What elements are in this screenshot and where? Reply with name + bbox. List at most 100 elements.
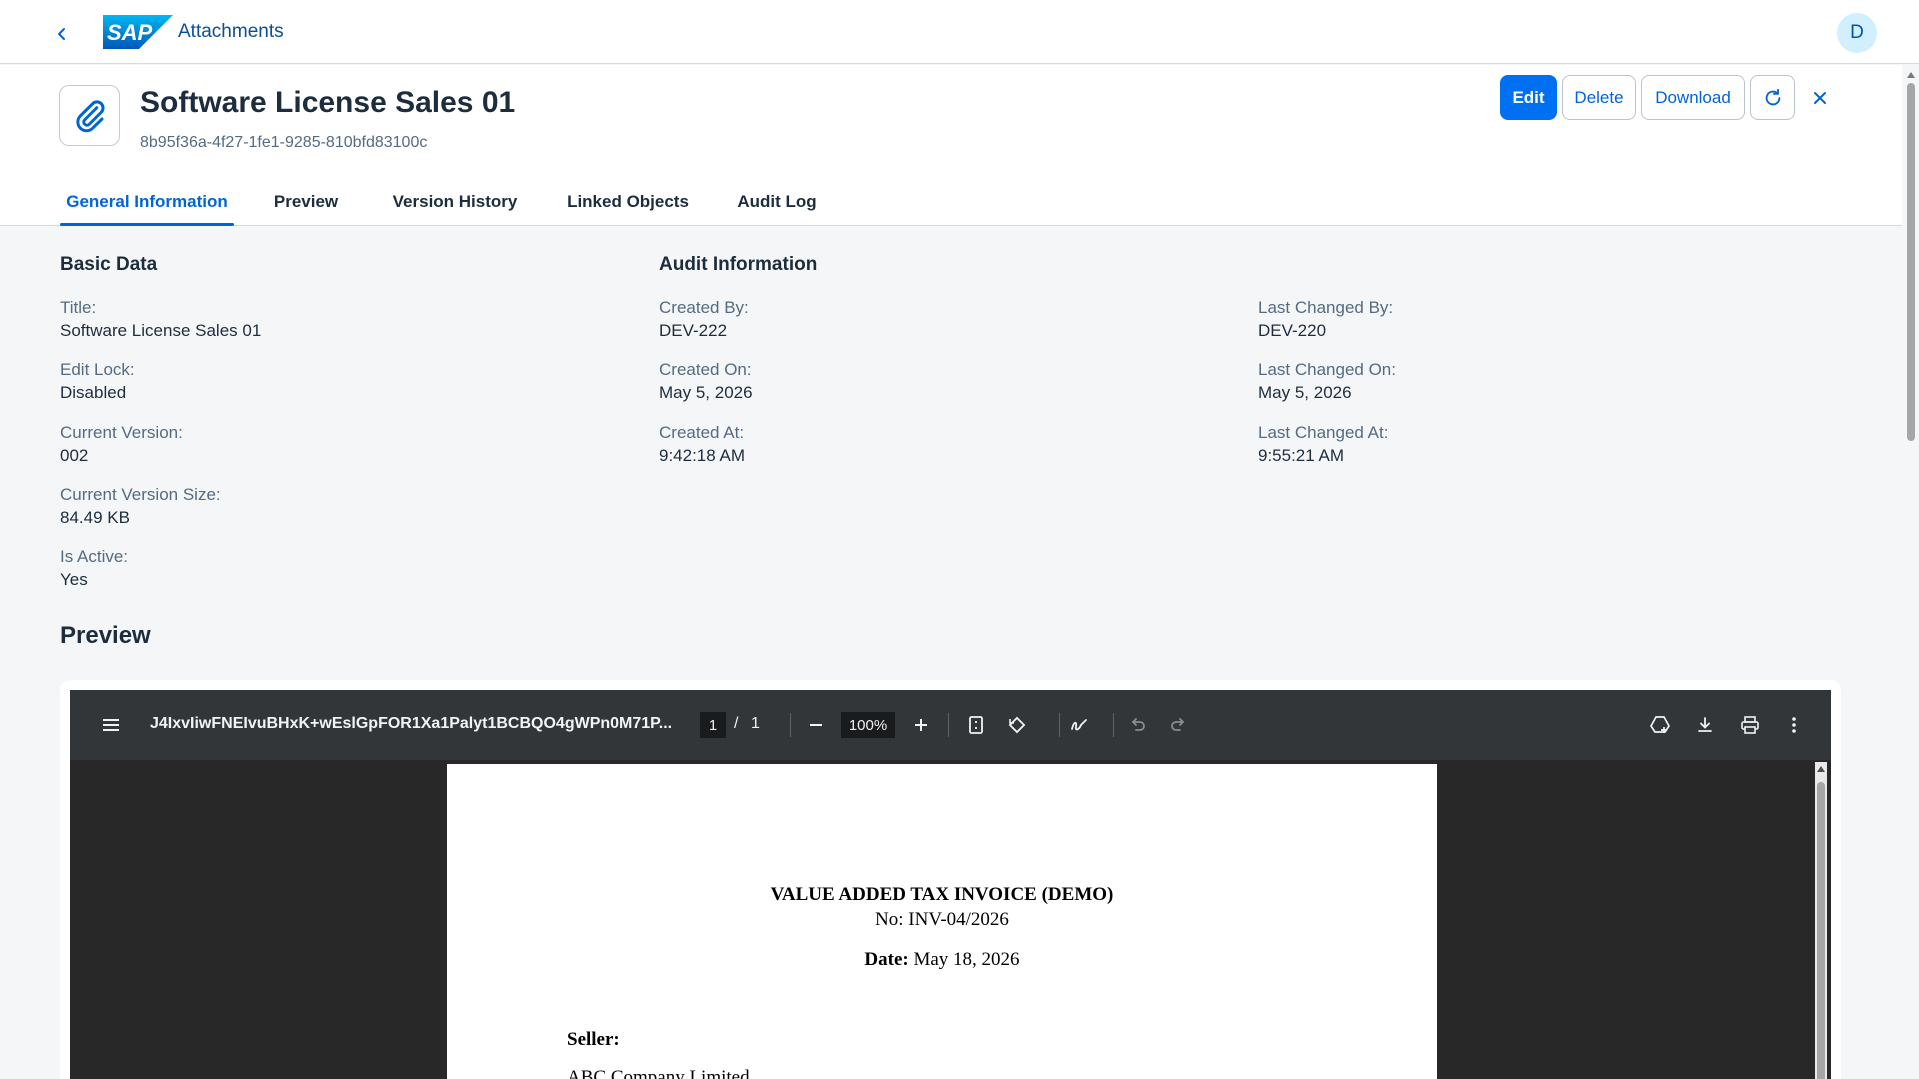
pdf-filename: J4IxvIiwFNEIvuBHxK+wEslGpFOR1Xa1Palyt1BC… — [150, 715, 673, 732]
fit-page-button[interactable] — [963, 712, 989, 738]
field-last-changed-at: Last Changed At: 9:55:21 AM — [1258, 422, 1388, 468]
toolbar-divider — [1113, 713, 1114, 737]
download-icon — [1698, 717, 1712, 732]
field-value: 002 — [60, 446, 89, 465]
tab-general-information[interactable]: General Information — [60, 177, 234, 226]
basic-data-title: Basic Data — [60, 254, 158, 275]
field-value: DEV-222 — [659, 321, 728, 340]
pdf-scrollbar-thumb[interactable] — [1817, 782, 1825, 1079]
save-to-drive-button[interactable] — [1647, 712, 1673, 738]
svg-text:SAP: SAP — [107, 20, 153, 45]
field-label: Last Changed By: — [1258, 298, 1394, 317]
edit-button[interactable]: Edit — [1500, 75, 1557, 120]
drive-add-icon — [1650, 716, 1670, 733]
print-button[interactable] — [1737, 712, 1763, 738]
chevron-left-icon — [58, 28, 65, 40]
field-created-on: Created On: May 5, 2026 — [659, 359, 753, 405]
field-label: Created At: — [659, 423, 745, 442]
sap-logo[interactable]: SAP — [103, 15, 173, 49]
redo-icon — [1171, 718, 1185, 731]
seller-label: Seller: — [567, 1029, 620, 1050]
preview-heading: Preview — [60, 622, 151, 649]
redo-button[interactable] — [1165, 712, 1191, 738]
download-button[interactable]: Download — [1641, 75, 1745, 120]
print-icon — [1741, 716, 1759, 734]
tab-audit-log[interactable]: Audit Log — [736, 177, 818, 226]
page-scrollbar-thumb[interactable] — [1907, 83, 1915, 441]
minus-icon — [810, 724, 822, 726]
attachment-icon-tile — [59, 85, 120, 146]
tab-version-history[interactable]: Version History — [391, 177, 519, 226]
field-label: Title: — [60, 298, 97, 317]
field-label: Is Active: — [60, 547, 129, 566]
user-avatar[interactable]: D — [1837, 13, 1877, 53]
page-title: Software License Sales 01 — [140, 86, 516, 119]
field-current-version: Current Version: 002 — [60, 422, 183, 468]
field-last-changed-on: Last Changed On: May 5, 2026 — [1258, 359, 1396, 405]
object-id: 8b95f36a-4f27-1fe1-9285-810bfd83100c — [140, 134, 428, 151]
back-button[interactable] — [48, 20, 76, 48]
pdf-page: VALUE ADDED TAX INVOICE (DEMO) No: INV-0… — [447, 764, 1437, 1079]
field-value: Yes — [60, 570, 88, 589]
field-value: May 5, 2026 — [1258, 383, 1352, 402]
more-vertical-icon — [1792, 717, 1796, 733]
rotate-button[interactable] — [1004, 712, 1030, 738]
page-number-input[interactable]: 1 — [700, 712, 726, 738]
field-created-by: Created By: DEV-222 — [659, 297, 749, 343]
field-label: Created By: — [659, 298, 749, 317]
page-total: 1 — [751, 715, 760, 732]
toolbar-divider — [948, 713, 949, 737]
more-options-button[interactable] — [1781, 712, 1807, 738]
seller-name: ABC Company Limited — [567, 1067, 750, 1079]
field-is-active: Is Active: Yes — [60, 546, 128, 592]
field-label: Last Changed At: — [1258, 423, 1389, 442]
page-scrollbar[interactable] — [1903, 65, 1919, 1079]
invoice-date: Date: May 18, 2026 — [447, 949, 1437, 971]
field-value: 9:42:18 AM — [659, 446, 746, 465]
invoice-date-label: Date: — [864, 949, 909, 970]
delete-button[interactable]: Delete — [1562, 75, 1636, 120]
close-button[interactable] — [1800, 75, 1840, 120]
annotate-button[interactable] — [1066, 712, 1092, 738]
field-label: Edit Lock: — [60, 360, 135, 379]
fit-to-page-icon — [969, 716, 983, 734]
zoom-input[interactable]: 100% — [841, 712, 895, 738]
app-title[interactable]: Attachments — [178, 21, 284, 43]
zoom-in-button[interactable] — [908, 712, 934, 738]
field-value: DEV-220 — [1258, 321, 1327, 340]
pdf-toolbar: J4IxvIiwFNEIvuBHxK+wEslGpFOR1Xa1Palyt1BC… — [70, 690, 1831, 760]
draw-icon — [1071, 719, 1087, 731]
toolbar-divider — [790, 713, 791, 737]
rotate-icon — [1008, 716, 1026, 734]
refresh-button[interactable] — [1750, 75, 1795, 120]
plus-icon — [915, 719, 927, 731]
field-label: Created On: — [659, 360, 752, 379]
toolbar-divider — [1059, 713, 1060, 737]
invoice-number: No: INV-04/2026 — [875, 909, 1009, 930]
undo-icon — [1131, 718, 1145, 731]
refresh-icon — [1765, 88, 1780, 105]
field-label: Last Changed On: — [1258, 360, 1396, 379]
pdf-scrollbar[interactable] — [1815, 762, 1827, 1079]
zoom-out-button[interactable] — [803, 712, 829, 738]
field-value: 84.49 KB — [60, 508, 130, 527]
field-last-changed-by: Last Changed By: DEV-220 — [1258, 297, 1393, 343]
field-edit-lock: Edit Lock: Disabled — [60, 359, 135, 405]
paperclip-icon — [75, 100, 104, 132]
menu-button[interactable] — [98, 712, 124, 738]
field-created-at: Created At: 9:42:18 AM — [659, 422, 745, 468]
object-header: Software License Sales 01 8b95f36a-4f27-… — [0, 65, 1902, 226]
pdf-viewer: J4IxvIiwFNEIvuBHxK+wEslGpFOR1Xa1Palyt1BC… — [70, 690, 1831, 1079]
tab-preview[interactable]: Preview — [272, 177, 340, 226]
close-icon — [1814, 91, 1826, 104]
field-value: Software License Sales 01 — [60, 321, 262, 340]
tab-linked-objects[interactable]: Linked Objects — [565, 177, 691, 226]
undo-button[interactable] — [1125, 712, 1151, 738]
download-pdf-button[interactable] — [1692, 712, 1718, 738]
field-label: Current Version Size: — [60, 485, 221, 504]
field-value: Disabled — [60, 383, 127, 402]
scroll-up-arrow-icon — [1907, 72, 1915, 78]
hamburger-menu-icon — [103, 719, 119, 731]
field-title: Title: Software License Sales 01 — [60, 297, 261, 343]
shell-bar: SAP Attachments D — [0, 0, 1919, 64]
